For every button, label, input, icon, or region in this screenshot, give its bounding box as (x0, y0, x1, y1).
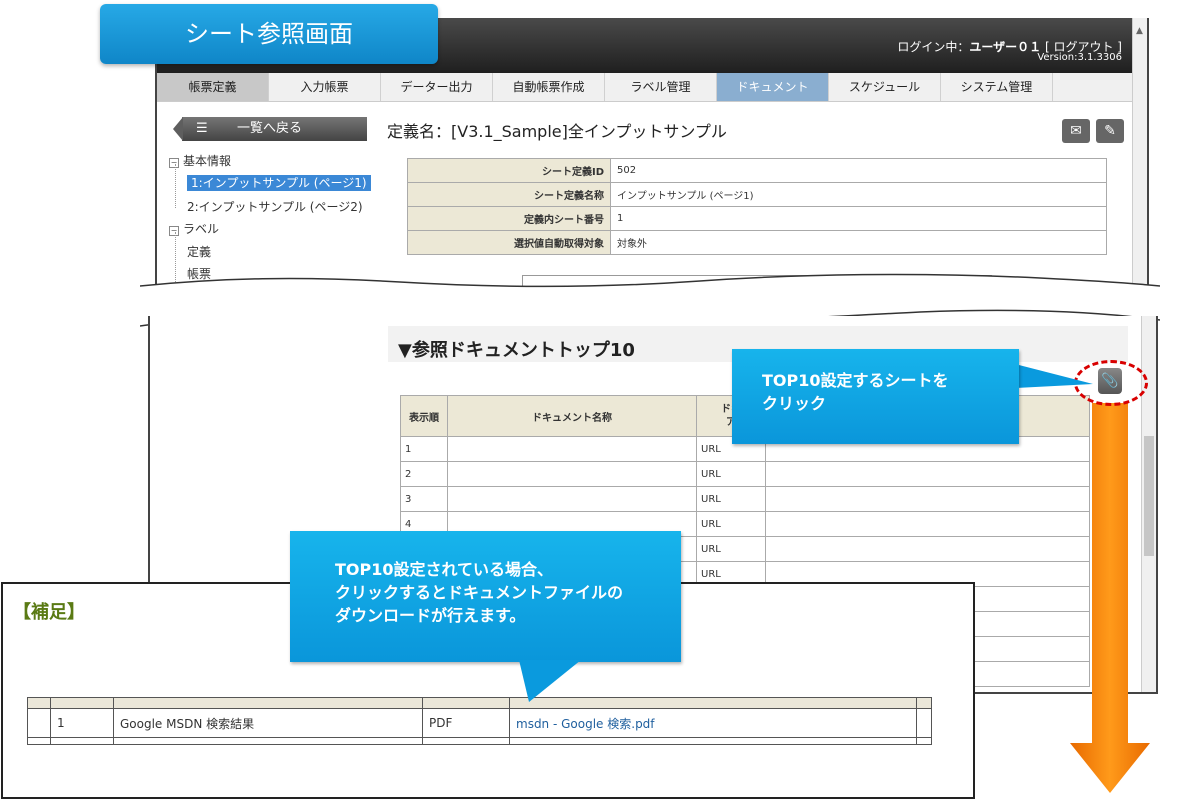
tab-auto-form[interactable]: 自動帳票作成 (493, 73, 605, 101)
table-row[interactable]: 3 URL (400, 486, 1090, 512)
cell-doc-name: Google MSDN 検索結果 (113, 708, 423, 738)
table-row (27, 737, 932, 745)
tree-label: 2:インプットサンプル (ページ2) (187, 200, 363, 214)
login-prefix: ログイン中： (897, 40, 970, 54)
info-label: 定義内シート番号 (407, 206, 611, 231)
tab-input-form[interactable]: 入力帳票 (269, 73, 381, 101)
main-nav: 帳票定義 入力帳票 データー出力 自動帳票作成 ラベル管理 ドキュメント スケジ… (157, 73, 1133, 102)
table-row: シート定義ID 502 (407, 158, 1107, 183)
callout-pointer (1015, 364, 1093, 388)
callout-text: TOP10設定されている場合、 クリックするとドキュメントファイルの ダウンロー… (335, 558, 623, 627)
paperclip-icon[interactable]: 📎 (1098, 368, 1122, 394)
back-to-list-button[interactable]: ☰ 一覧へ戻る (173, 117, 367, 141)
cell-doc-name (447, 436, 697, 462)
cell-extra (765, 461, 1090, 487)
table-header-row (27, 697, 932, 709)
info-label: シート定義ID (407, 158, 611, 183)
cell-order: 1 (50, 708, 114, 738)
tree-label: 定義 (187, 245, 212, 259)
table-row: シート定義名称 インプットサンプル (ページ1) (407, 182, 1107, 207)
callout-line: クリックするとドキュメントファイルの (335, 583, 624, 602)
cell-extra (765, 536, 1090, 562)
column-header-order: 表示順 (400, 395, 448, 437)
cell-extra (765, 486, 1090, 512)
callout-pointer (519, 660, 581, 702)
info-value: インプットサンプル (ページ1) (610, 182, 1107, 207)
tree-label: 基本情報 (183, 154, 232, 168)
scroll-up-icon[interactable]: ▲ (1136, 26, 1143, 36)
callout-line: TOP10設定されている場合、 (335, 560, 554, 579)
sheet-info-table: シート定義ID 502 シート定義名称 インプットサンプル (ページ1) 定義内シー… (407, 158, 1107, 255)
cell-gutter (27, 708, 51, 738)
list-icon: ☰ (196, 121, 208, 136)
back-arrow-icon (173, 117, 183, 141)
cell-extra (765, 511, 1090, 537)
table-row: 定義内シート番号 1 (407, 206, 1107, 231)
mail-icon[interactable]: ✉ (1062, 119, 1090, 143)
tab-label-management[interactable]: ラベル管理 (605, 73, 717, 101)
callout-line: ダウンロードが行えます。 (335, 606, 526, 625)
cell-doc-name (447, 461, 697, 487)
edit-icon[interactable]: ✎ (1096, 119, 1124, 143)
document-file-link[interactable]: msdn - Google 検索.pdf (516, 717, 655, 731)
tree-item-page1[interactable]: 1:インプットサンプル (ページ1) (187, 174, 371, 191)
tab-document[interactable]: ドキュメント (717, 73, 829, 101)
callout-download-info: TOP10設定されている場合、 クリックするとドキュメントファイルの ダウンロー… (290, 531, 681, 662)
definition-name: 定義名：[V3.1_Sample]全インプットサンプル (387, 122, 727, 141)
supplement-title: 【補足】 (13, 602, 85, 623)
info-value: 対象外 (610, 230, 1107, 255)
tree-item-page2[interactable]: 2:インプットサンプル (ページ2) (187, 198, 363, 215)
collapse-icon[interactable]: − (169, 226, 179, 236)
login-user: ユーザー０１ (969, 40, 1042, 54)
cell-gutter (916, 708, 932, 738)
vertical-scrollbar[interactable]: ▲ (1132, 18, 1147, 288)
section-title: ▼参照ドキュメントトップ10 (398, 340, 635, 361)
column-header-doc-name: ドキュメント名称 (447, 395, 697, 437)
callout-text: TOP10設定するシートを クリック (762, 369, 949, 415)
cell-order: 1 (400, 436, 448, 462)
cell-type: URL (696, 486, 766, 512)
cell-type: URL (696, 536, 766, 562)
table-row: 1 Google MSDN 検索結果 PDF msdn - Google 検索.… (27, 708, 932, 738)
info-value: 502 (610, 158, 1107, 183)
cell-type: URL (696, 461, 766, 487)
tree-node-label[interactable]: − ラベル (169, 220, 219, 237)
cell-doc-name (447, 486, 697, 512)
cell-type: PDF (422, 708, 510, 738)
callout-line: TOP10設定するシートを (762, 371, 949, 390)
collapse-icon[interactable]: − (169, 158, 179, 168)
tree-label: 1:インプットサンプル (ページ1) (187, 175, 371, 191)
tab-system-management[interactable]: システム管理 (941, 73, 1053, 101)
callout-top10-setting: TOP10設定するシートを クリック (732, 349, 1019, 444)
info-label: 選択値自動取得対象 (407, 230, 611, 255)
cell-file: msdn - Google 検索.pdf (509, 708, 917, 738)
tree-connector (175, 164, 176, 208)
table-row[interactable]: 2 URL (400, 461, 1090, 487)
version-label: Version:3.1.3306 (1037, 52, 1122, 63)
cell-order: 3 (400, 486, 448, 512)
page-title-badge: シート参照画面 (100, 4, 438, 64)
cell-type: URL (696, 511, 766, 537)
tab-schedule[interactable]: スケジュール (829, 73, 941, 101)
info-value: 1 (610, 206, 1107, 231)
tree-item-definition[interactable]: 定義 (187, 243, 211, 260)
supplement-table: 1 Google MSDN 検索結果 PDF msdn - Google 検索.… (27, 697, 932, 745)
cell-order: 2 (400, 461, 448, 487)
tab-data-output[interactable]: データー出力 (381, 73, 493, 101)
tree-label: ラベル (183, 222, 220, 236)
down-arrow-icon (1070, 403, 1150, 793)
tree-node-basic-info[interactable]: − 基本情報 (169, 152, 231, 169)
table-row: 選択値自動取得対象 対象外 (407, 230, 1107, 255)
callout-line: クリック (762, 394, 827, 413)
back-button-label: 一覧へ戻る (237, 121, 303, 136)
info-label: シート定義名称 (407, 182, 611, 207)
tab-form-definition[interactable]: 帳票定義 (157, 73, 269, 101)
